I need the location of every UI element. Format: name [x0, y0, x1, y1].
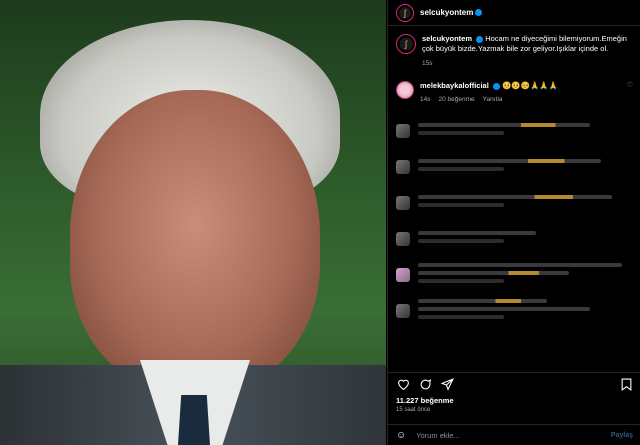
- author-username[interactable]: selcukyontem: [420, 8, 473, 17]
- post-header: ʃ selcukyontem: [388, 0, 640, 26]
- blurred-avatar: [396, 268, 410, 282]
- blurred-avatar: [396, 196, 410, 210]
- blurred-comment: [388, 113, 640, 149]
- comment-bar: ☺ Paylaş: [388, 424, 640, 445]
- comment-text: 🥺🥺🥺🙏🙏🙏: [501, 81, 559, 90]
- caption-username[interactable]: selcukyontem: [422, 34, 472, 43]
- blurred-avatar: [396, 124, 410, 138]
- blurred-avatar: [396, 304, 410, 318]
- post-comment-button[interactable]: Paylaş: [611, 432, 633, 439]
- comment-item: melekbaykalofficial 🥺🥺🥺🙏🙏🙏 14s 20 beğenm…: [388, 69, 640, 105]
- heart-icon[interactable]: ♡: [627, 81, 633, 89]
- tie-shape: [178, 395, 210, 445]
- comments-panel: ʃ selcukyontem ʃ selcukyontem Hocam ne d…: [387, 0, 640, 445]
- reply-button[interactable]: Yanıtla: [483, 95, 503, 105]
- action-bar: [388, 372, 640, 393]
- face-shape: [70, 90, 320, 390]
- blurred-avatar: [396, 160, 410, 174]
- caption-time: 15s: [422, 60, 433, 67]
- comment-likes[interactable]: 20 beğenme: [438, 95, 474, 105]
- bookmark-icon[interactable]: [619, 377, 633, 391]
- verified-icon: [492, 82, 500, 90]
- blurred-avatar: [396, 232, 410, 246]
- caption-avatar[interactable]: ʃ: [396, 34, 416, 54]
- verified-icon: [475, 9, 483, 16]
- comment-icon[interactable]: [418, 377, 432, 391]
- author-avatar[interactable]: ʃ: [396, 3, 414, 22]
- blurred-comment: [388, 185, 640, 221]
- emoji-icon[interactable]: ☺: [396, 430, 406, 441]
- post-time: 15 saat önce: [396, 407, 431, 413]
- comment-time: 14s: [420, 96, 431, 103]
- comment-input[interactable]: [414, 429, 611, 441]
- blurred-comment: [388, 149, 640, 185]
- commenter-avatar[interactable]: [396, 81, 414, 99]
- post-image[interactable]: [0, 0, 386, 445]
- blurred-comments: [388, 113, 640, 329]
- blurred-comment: [388, 257, 640, 293]
- likes-count[interactable]: 11.227 beğenme: [396, 396, 454, 405]
- heart-icon[interactable]: [396, 377, 410, 391]
- post-caption: ʃ selcukyontem Hocam ne diyeceğimi bilem…: [388, 26, 640, 69]
- blurred-comment: [388, 293, 640, 329]
- verified-icon: [476, 35, 484, 43]
- commenter-username[interactable]: melekbaykalofficial: [420, 81, 489, 90]
- blurred-comment: [388, 221, 640, 257]
- share-icon[interactable]: [440, 377, 454, 391]
